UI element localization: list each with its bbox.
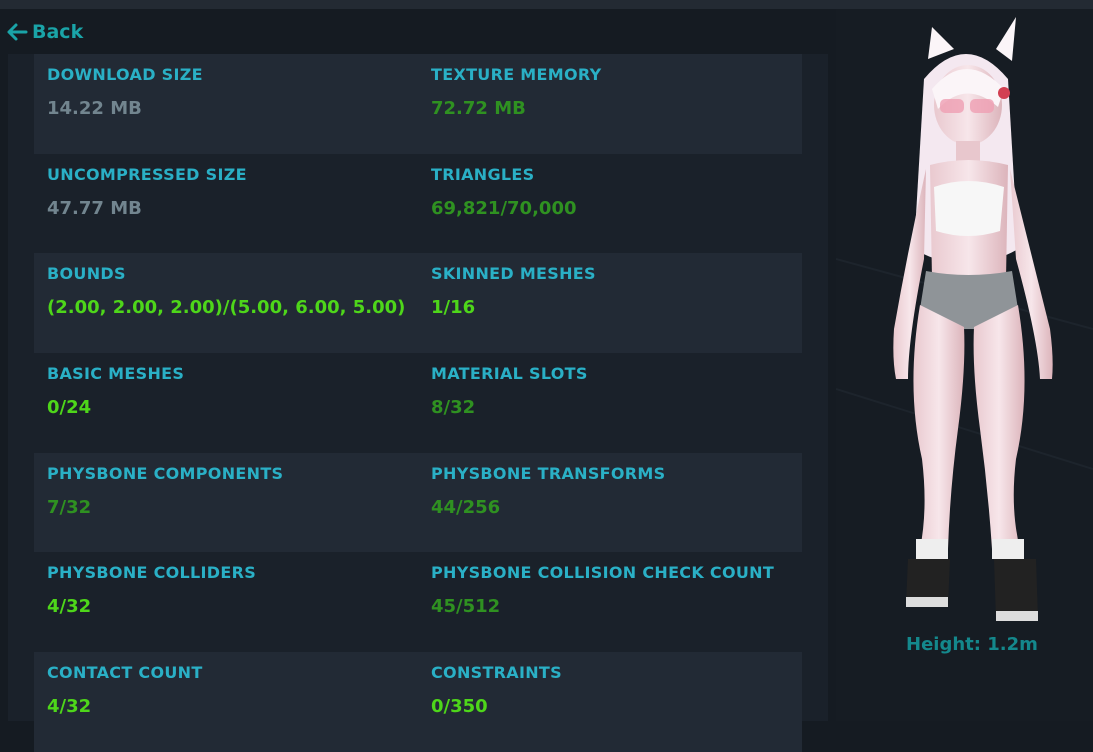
stat-bounds: BOUNDS (2.00, 2.00, 2.00)/(5.00, 6.00, 5… (47, 253, 431, 353)
stat-value: 4/32 (47, 696, 92, 718)
top-bar (0, 0, 1093, 9)
stat-label: MATERIAL SLOTS (431, 364, 588, 384)
back-label: Back (32, 21, 84, 43)
stat-value: 69,821/70,000 (431, 197, 577, 219)
performance-stats-panel[interactable]: DOWNLOAD SIZE 14.22 MB TEXTURE MEMORY 72… (8, 54, 828, 752)
stat-constraints: CONSTRAINTS 0/350 (431, 652, 815, 752)
stat-value: 14.22 MB (47, 98, 142, 119)
stat-physbone-components: PHYSBONE COMPONENTS 7/32 (47, 453, 431, 553)
stat-basic-meshes: BASIC MESHES 0/24 (47, 353, 431, 453)
stat-value: 72.72 MB (431, 98, 526, 119)
stat-physbone-transforms: PHYSBONE TRANSFORMS 44/256 (431, 453, 815, 553)
stat-value: 45/512 (431, 596, 501, 618)
stat-label: TEXTURE MEMORY (431, 65, 602, 84)
stat-value: 47.77 MB (47, 197, 142, 219)
stat-texture-memory: TEXTURE MEMORY 72.72 MB (431, 54, 815, 154)
stat-label: DOWNLOAD SIZE (47, 65, 203, 84)
back-button[interactable]: Back (6, 18, 83, 46)
stat-download-size: DOWNLOAD SIZE 14.22 MB (47, 54, 431, 154)
stat-label: SKINNED MESHES (431, 264, 596, 284)
stat-label: PHYSBONE COMPONENTS (47, 463, 284, 483)
stat-label: TRIANGLES (431, 164, 535, 184)
avatar-figure-icon (835, 17, 1093, 621)
stat-label: BOUNDS (47, 264, 126, 284)
stats-row: PHYSBONE COLLIDERS 4/32 PHYSBONE COLLISI… (34, 552, 802, 652)
stats-row: CONTACT COUNT 4/32 CONSTRAINTS 0/350 (34, 652, 802, 752)
stat-value: 1/16 (431, 297, 476, 319)
stat-uncompressed-size: UNCOMPRESSED SIZE 47.77 MB (47, 154, 431, 254)
stat-value: 0/350 (431, 696, 488, 718)
stat-label: PHYSBONE COLLIDERS (47, 563, 257, 583)
stat-label: CONTACT COUNT (47, 663, 203, 683)
stat-material-slots: MATERIAL SLOTS 8/32 (431, 353, 815, 453)
avatar-height-label: Height: 1.2m (906, 634, 1038, 655)
avatar-preview[interactable] (835, 9, 1093, 721)
stats-row: UNCOMPRESSED SIZE 47.77 MB TRIANGLES 69,… (34, 154, 802, 254)
stats-row: DOWNLOAD SIZE 14.22 MB TEXTURE MEMORY 72… (34, 54, 802, 154)
stat-physbone-collision-check-count: PHYSBONE COLLISION CHECK COUNT 45/512 (431, 552, 815, 652)
stat-value: 7/32 (47, 496, 92, 518)
stat-skinned-meshes: SKINNED MESHES 1/16 (431, 253, 815, 353)
stats-row: BOUNDS (2.00, 2.00, 2.00)/(5.00, 6.00, 5… (34, 253, 802, 354)
stat-label: BASIC MESHES (47, 364, 185, 384)
stat-label: CONSTRAINTS (431, 663, 562, 683)
stat-value: 4/32 (47, 596, 92, 618)
stat-label: PHYSBONE TRANSFORMS (431, 463, 666, 483)
stats-grid: DOWNLOAD SIZE 14.22 MB TEXTURE MEMORY 72… (34, 54, 802, 752)
stat-contact-count: CONTACT COUNT 4/32 (47, 652, 431, 752)
stat-value: (2.00, 2.00, 2.00)/(5.00, 6.00, 5.00) (47, 297, 406, 319)
arrow-left-icon (7, 23, 28, 41)
stat-value: 8/32 (431, 397, 476, 419)
stat-label: PHYSBONE COLLISION CHECK COUNT (431, 563, 775, 583)
stats-row: PHYSBONE COMPONENTS 7/32 PHYSBONE TRANSF… (34, 452, 802, 553)
stat-physbone-colliders: PHYSBONE COLLIDERS 4/32 (47, 552, 431, 652)
stats-row: BASIC MESHES 0/24 MATERIAL SLOTS 8/32 (34, 353, 802, 453)
stat-label: UNCOMPRESSED SIZE (47, 164, 247, 184)
stat-value: 0/24 (47, 397, 92, 419)
stat-value: 44/256 (431, 496, 501, 518)
stat-triangles: TRIANGLES 69,821/70,000 (431, 154, 815, 254)
